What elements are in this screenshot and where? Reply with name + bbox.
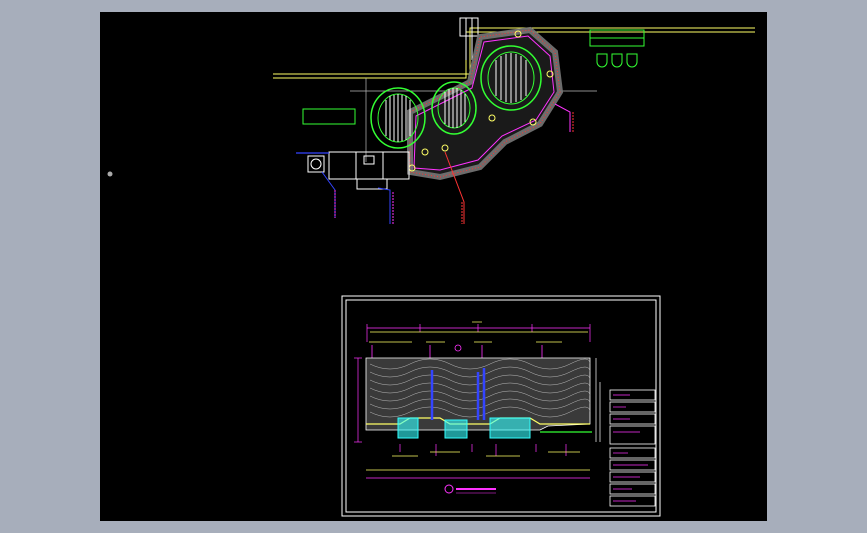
green-pavilion — [589, 29, 645, 68]
dimension-top — [366, 324, 591, 342]
bottom-leaders — [399, 444, 567, 456]
plan-view — [107, 17, 755, 224]
cad-drawing-viewport[interactable] — [100, 12, 767, 521]
planter-boxes — [397, 417, 531, 439]
title-block — [609, 389, 656, 507]
section-title-mark — [444, 484, 496, 494]
cad-drawing-canvas[interactable] — [100, 12, 767, 521]
crosshair-dot-icon — [107, 171, 113, 177]
gate-structure — [307, 151, 410, 190]
green-bench — [302, 108, 356, 125]
section-sheet — [341, 295, 661, 517]
